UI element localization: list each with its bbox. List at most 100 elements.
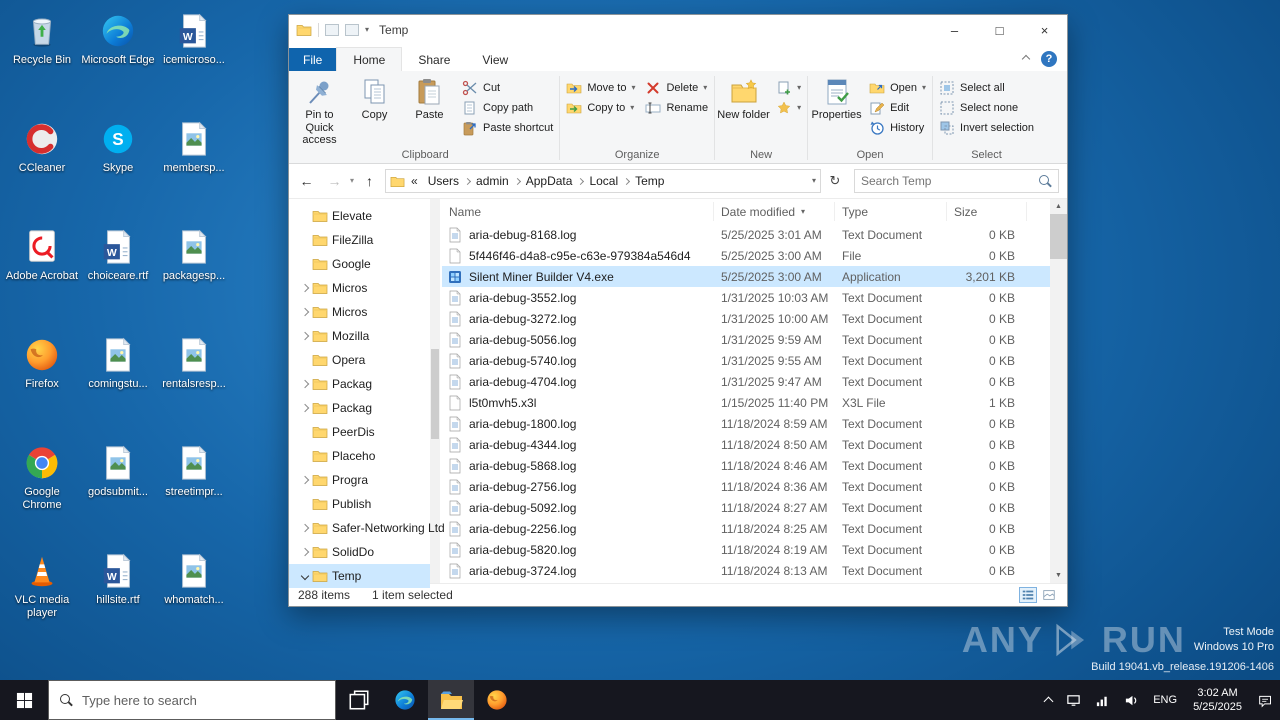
filter-chevron-icon[interactable]: ▾	[801, 207, 805, 216]
taskbar-file-explorer-button[interactable]	[428, 680, 474, 720]
easy-access-button[interactable]: ▾	[771, 98, 806, 118]
collapse-ribbon-icon[interactable]	[1021, 54, 1031, 64]
breadcrumb-local[interactable]: Local	[585, 174, 622, 188]
file-row[interactable]: Silent Miner Builder V4.exe 5/25/2025 3:0…	[442, 266, 1050, 287]
desktop-icon[interactable]: Google Chrome	[4, 436, 80, 544]
list-scrollbar[interactable]: ▲ ▼	[1050, 199, 1067, 583]
desktop-icon[interactable]: Microsoft Edge	[80, 4, 156, 112]
action-center-button[interactable]	[1251, 680, 1280, 720]
taskbar-search[interactable]: Type here to search	[48, 680, 336, 720]
desktop-icon[interactable]: membersp...	[156, 112, 232, 220]
desktop-icon[interactable]: Whillsite.rtf	[80, 544, 156, 652]
chevron-right-icon[interactable]	[300, 379, 310, 389]
column-header-size[interactable]: Size	[947, 202, 1027, 221]
breadcrumb-temp[interactable]: Temp	[631, 174, 668, 188]
list-scrollbar-thumb[interactable]	[1050, 214, 1067, 259]
copy-to-button[interactable]: Copy to ▾	[561, 98, 640, 118]
qat-newfolder-icon[interactable]	[345, 24, 359, 36]
paste-shortcut-button[interactable]: Paste shortcut	[457, 118, 558, 138]
chevron-down-icon[interactable]	[300, 571, 310, 581]
select-none-button[interactable]: Select none	[934, 98, 1039, 118]
nav-item[interactable]: Micros	[289, 276, 430, 300]
tab-home[interactable]: Home	[336, 47, 403, 71]
desktop-icon[interactable]: packagesp...	[156, 220, 232, 328]
chevron-right-icon[interactable]	[300, 307, 310, 317]
taskbar-firefox-button[interactable]	[474, 680, 520, 720]
file-row[interactable]: aria-debug-5092.log 11/18/2024 8:27 AM Tex…	[442, 497, 1050, 518]
rename-button[interactable]: Rename	[640, 98, 713, 118]
nav-item[interactable]: PeerDis	[289, 420, 430, 444]
properties-button[interactable]: Properties	[809, 73, 864, 122]
breadcrumb-overflow[interactable]: «	[407, 174, 422, 188]
file-row[interactable]: aria-debug-4704.log 1/31/2025 9:47 AM Text…	[442, 371, 1050, 392]
nav-item[interactable]: Temp	[289, 564, 430, 588]
file-row[interactable]: aria-debug-3272.log 1/31/2025 10:00 AM Tex…	[442, 308, 1050, 329]
search-input[interactable]	[861, 174, 1039, 188]
close-button[interactable]: ×	[1022, 15, 1067, 45]
chevron-right-icon[interactable]	[300, 403, 310, 413]
file-row[interactable]: 5f446f46-d4a8-c95e-c63e-979384a546d4 5/25…	[442, 245, 1050, 266]
file-row[interactable]: aria-debug-3724.log 11/18/2024 8:13 AM Tex…	[442, 560, 1050, 581]
tray-monitor-button[interactable]	[1059, 680, 1088, 720]
nav-item[interactable]: Safer-Networking Ltd	[289, 516, 445, 540]
copy-path-button[interactable]: Copy path	[457, 98, 558, 118]
file-row[interactable]: aria-debug-5056.log 1/31/2025 9:59 AM Text…	[442, 329, 1050, 350]
file-row[interactable]: aria-debug-5868.log 11/18/2024 8:46 AM Tex…	[442, 455, 1050, 476]
desktop-icon[interactable]: Wchoiceare.rtf	[80, 220, 156, 328]
language-indicator[interactable]: ENG	[1146, 680, 1184, 720]
desktop-icon[interactable]: streetimpr...	[156, 436, 232, 544]
column-header-date-modified[interactable]: Date modified ▾	[714, 202, 835, 221]
desktop-icon[interactable]: godsubmit...	[80, 436, 156, 544]
open-button[interactable]: Open ▾	[864, 78, 931, 98]
nav-item[interactable]: Packag	[289, 396, 430, 420]
maximize-button[interactable]: □	[977, 15, 1022, 45]
chevron-right-icon[interactable]	[300, 331, 310, 341]
nav-scrollbar-thumb[interactable]	[431, 349, 439, 439]
new-item-button[interactable]: ▾	[771, 78, 806, 98]
desktop-icon[interactable]: comingstu...	[80, 328, 156, 436]
back-button[interactable]: ←	[294, 169, 319, 193]
file-row[interactable]: aria-debug-8168.log 5/25/2025 3:01 AM Text…	[442, 224, 1050, 245]
file-row[interactable]: aria-debug-2256.log 11/18/2024 8:25 AM Tex…	[442, 518, 1050, 539]
desktop-icon[interactable]: Firefox	[4, 328, 80, 436]
breadcrumb-admin[interactable]: admin	[472, 174, 513, 188]
file-row[interactable]: aria-debug-2756.log 11/18/2024 8:36 AM Tex…	[442, 476, 1050, 497]
breadcrumb-users[interactable]: Users	[424, 174, 463, 188]
scroll-up-icon[interactable]: ▲	[1050, 199, 1067, 214]
nav-item[interactable]: Placeho	[289, 444, 430, 468]
column-header-name[interactable]: Name	[442, 202, 714, 221]
chevron-right-icon[interactable]	[300, 475, 310, 485]
nav-item[interactable]: Micros	[289, 300, 430, 324]
nav-item[interactable]: Mozilla	[289, 324, 430, 348]
address-chevron-icon[interactable]: ▾	[812, 177, 816, 185]
new-folder-button[interactable]: New folder	[716, 73, 771, 122]
start-button[interactable]	[0, 680, 48, 720]
details-view-button[interactable]	[1019, 587, 1037, 603]
copy-button[interactable]: Copy	[347, 73, 402, 122]
file-row[interactable]: aria-debug-5820.log 11/18/2024 8:19 AM Tex…	[442, 539, 1050, 560]
refresh-icon[interactable]: ↻	[824, 173, 846, 189]
file-row[interactable]: aria-debug-5740.log 1/31/2025 9:55 AM Text…	[442, 350, 1050, 371]
tray-expand-button[interactable]	[1038, 680, 1059, 720]
select-all-button[interactable]: Select all	[934, 78, 1039, 98]
nav-item[interactable]: SolidDo	[289, 540, 430, 564]
paste-button[interactable]: Paste	[402, 73, 457, 122]
desktop-icon[interactable]: Wicemicroso...	[156, 4, 232, 112]
taskbar-clock[interactable]: 3:02 AM 5/25/2025	[1184, 686, 1251, 715]
desktop-icon[interactable]: VLC media player	[4, 544, 80, 652]
cut-button[interactable]: Cut	[457, 78, 558, 98]
nav-item[interactable]: Progra	[289, 468, 430, 492]
file-row[interactable]: aria-debug-4344.log 11/18/2024 8:50 AM Tex…	[442, 434, 1050, 455]
nav-item[interactable]: Google	[289, 252, 430, 276]
file-row[interactable]: aria-debug-1800.log 11/18/2024 8:59 AM Tex…	[442, 413, 1050, 434]
desktop-icon[interactable]: Adobe Acrobat	[4, 220, 80, 328]
tab-share[interactable]: Share	[402, 48, 466, 71]
delete-button[interactable]: Delete ▾	[640, 78, 713, 98]
desktop-icon[interactable]: rentalsresp...	[156, 328, 232, 436]
minimize-button[interactable]: –	[932, 15, 977, 45]
move-to-button[interactable]: Move to ▾	[561, 78, 640, 98]
desktop-icon[interactable]: whomatch...	[156, 544, 232, 652]
file-row[interactable]: aria-debug-3552.log 1/31/2025 10:03 AM Tex…	[442, 287, 1050, 308]
nav-item[interactable]: Opera	[289, 348, 430, 372]
recent-locations-chevron-icon[interactable]: ▾	[350, 177, 354, 185]
